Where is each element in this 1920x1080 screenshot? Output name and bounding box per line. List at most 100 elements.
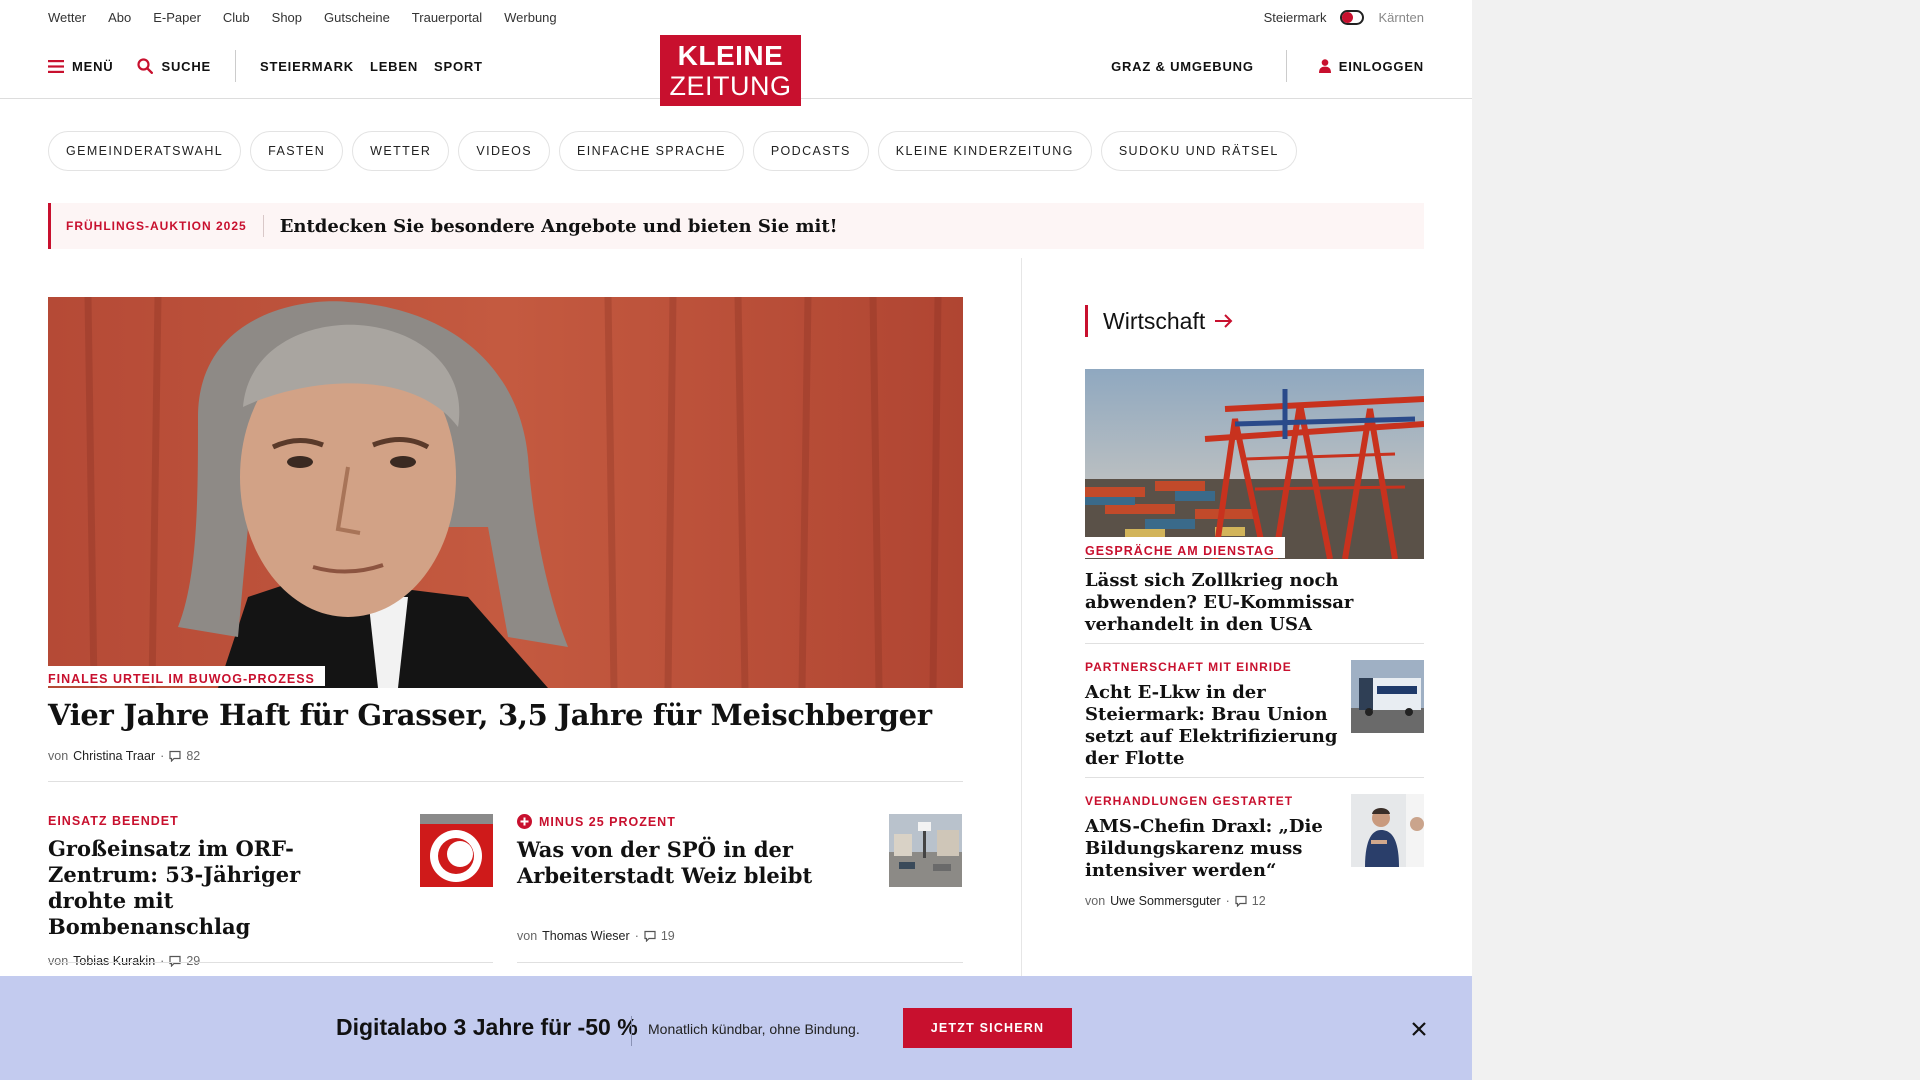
byline-prefix: von [48,749,69,763]
topic-pill[interactable]: PODCASTS [752,131,869,171]
sidebar-story[interactable]: PARTNERSCHAFT MIT EINRIDE Acht E-Lkw in … [1085,660,1424,770]
hero-comment-count[interactable]: 82 [186,749,200,763]
orf-logo-photo [420,814,493,887]
story-comment-count[interactable]: 19 [661,929,675,943]
story-comment-count[interactable]: 29 [186,954,200,968]
topic-pill[interactable]: EINFACHE SPRACHE [558,131,744,171]
utility-link-trauerportal[interactable]: Trauerportal [412,10,482,25]
story-author[interactable]: Thomas Wieser [542,929,630,943]
topic-pill[interactable]: FASTEN [250,131,344,171]
story-thumbnail[interactable] [420,814,493,887]
utility-link-club[interactable]: Club [223,10,250,25]
sidebar-story-author[interactable]: Uwe Sommersguter [1110,894,1220,908]
story-title[interactable]: Großeinsatz im ORF-Zentrum: 53-Jähriger … [48,836,368,940]
hamburger-icon [48,59,64,73]
topic-pill[interactable]: VIDEOS [458,131,550,171]
nav-sport[interactable]: SPORT [434,59,483,74]
byline-prefix: von [517,929,538,943]
plus-badge-icon [517,814,532,829]
street-photo [889,814,962,887]
nav-steiermark[interactable]: STEIERMARK [260,59,354,74]
story-card[interactable]: MINUS 25 PROZENT Was von der SPÖ in der … [517,814,962,943]
close-icon [1412,1022,1426,1036]
location-button[interactable]: GRAZ & UMGEBUNG [1111,59,1254,74]
meta-separator: · [160,749,165,763]
search-label: SUCHE [161,58,211,74]
hero-kicker: FINALES URTEIL IM BUWOG-PROZESS [48,666,325,686]
topic-pill[interactable]: KLEINE KINDERZEITUNG [877,131,1092,171]
topic-pill[interactable]: WETTER [352,131,450,171]
story-title[interactable]: Was von der SPÖ in der Arbeiterstadt Wei… [517,837,837,889]
nav-leben[interactable]: LEBEN [370,59,418,74]
story-meta: von Tobias Kurakin · 29 [48,954,493,968]
section-heading-wirtschaft[interactable]: Wirtschaft [1085,305,1233,337]
sidebar-story-thumbnail[interactable] [1351,794,1424,867]
utility-link-shop[interactable]: Shop [272,10,302,25]
subscribe-banner: Digitalabo 3 Jahre für -50 % Monatlich k… [0,976,1472,1080]
section-title: Wirtschaft [1103,307,1206,334]
story-meta: von Thomas Wieser · 19 [517,929,962,943]
subscribe-divider [631,1016,632,1046]
story-author[interactable]: Tobias Kurakin [73,954,155,968]
region-toggle[interactable] [1340,9,1365,25]
sidebar-story-title[interactable]: AMS-Chefin Draxl: „Die Bildungskarenz mu… [1085,816,1345,882]
close-banner-button[interactable] [1408,1018,1430,1040]
sidebar-story-thumbnail[interactable] [1351,660,1424,733]
menu-label: MENÜ [72,58,114,74]
login-label: EINLOGGEN [1338,58,1424,74]
container-port-photo [1085,369,1424,559]
hero-author[interactable]: Christina Traar [73,749,155,763]
utility-link-gutscheine[interactable]: Gutscheine [324,10,390,25]
topic-pill[interactable]: SUDOKU UND RÄTSEL [1100,131,1297,171]
comment-icon [644,930,656,942]
search-button[interactable]: SUCHE [137,58,211,74]
menu-button[interactable]: MENÜ [48,59,113,74]
sidebar-story-meta: von Uwe Sommersguter · 12 [1085,894,1424,908]
sidebar-story-title[interactable]: Acht E-Lkw in der Steiermark: Brau Union… [1085,682,1345,770]
hero-image[interactable] [48,297,963,688]
search-icon [137,58,154,74]
login-button[interactable]: EINLOGGEN [1318,58,1424,74]
page: Wetter Abo E-Paper Club Shop Gutscheine … [0,0,1472,1080]
story-kicker: MINUS 25 PROZENT [539,814,676,829]
byline-prefix: von [48,954,69,968]
outer-background [1472,0,1920,1080]
byline-prefix: von [1085,894,1106,908]
arrow-right-icon [1215,314,1233,328]
utility-links: Wetter Abo E-Paper Club Shop Gutscheine … [48,10,557,25]
promo-banner[interactable]: FRÜHLINGS-AUKTION 2025 Entdecken Sie bes… [48,203,1424,249]
site-logo[interactable]: KLEINE ZEITUNG [660,35,801,106]
subscribe-headline: Digitalabo 3 Jahre für -50 % [336,1014,638,1040]
meta-separator: · [1225,894,1230,908]
subscribe-note: Monatlich kündbar, ohne Bindung. [648,1021,860,1037]
subscribe-cta-button[interactable]: JETZT SICHERN [903,1008,1072,1048]
logo-line-1: KLEINE [677,40,784,71]
topic-pill[interactable]: GEMEINDERATSWAHL [48,131,242,171]
header-divider [235,50,236,82]
utility-link-epaper[interactable]: E-Paper [153,10,201,25]
truck-photo [1351,660,1424,733]
user-icon [1318,59,1331,73]
wirtschaft-image[interactable] [1085,369,1424,559]
promo-text: Entdecken Sie besondere Angebote und bie… [279,215,838,237]
region-kaernten[interactable]: Kärnten [1378,10,1424,25]
comment-icon [1235,895,1247,907]
separator-line [1085,643,1424,644]
utility-link-wetter[interactable]: Wetter [48,10,86,25]
logo-line-2: ZEITUNG [669,71,792,101]
sidebar-story-comment-count[interactable]: 12 [1252,894,1266,908]
utility-link-abo[interactable]: Abo [108,10,131,25]
hero-title[interactable]: Vier Jahre Haft für Grasser, 3,5 Jahre f… [48,698,932,732]
site-header: MENÜ SUCHE STEIERMARK LEBEN SPORT KLEINE… [0,34,1472,106]
topic-pills: GEMEINDERATSWAHL FASTEN WETTER VIDEOS EI… [48,131,1297,171]
sidebar-story[interactable]: VERHANDLUNGEN GESTARTET AMS-Chefin Draxl… [1085,794,1424,908]
utility-link-werbung[interactable]: Werbung [504,10,557,25]
interview-photo [1351,794,1424,867]
separator-line [48,781,963,782]
story-thumbnail[interactable] [889,814,962,887]
wirtschaft-lead-title[interactable]: Lässt sich Zollkrieg noch abwenden? EU-K… [1085,570,1424,636]
separator-line [48,962,493,963]
story-card[interactable]: EINSATZ BEENDET Großeinsatz im ORF-Zentr… [48,814,493,968]
region-steiermark[interactable]: Steiermark [1264,10,1327,25]
main-nav: STEIERMARK LEBEN SPORT [260,59,483,74]
